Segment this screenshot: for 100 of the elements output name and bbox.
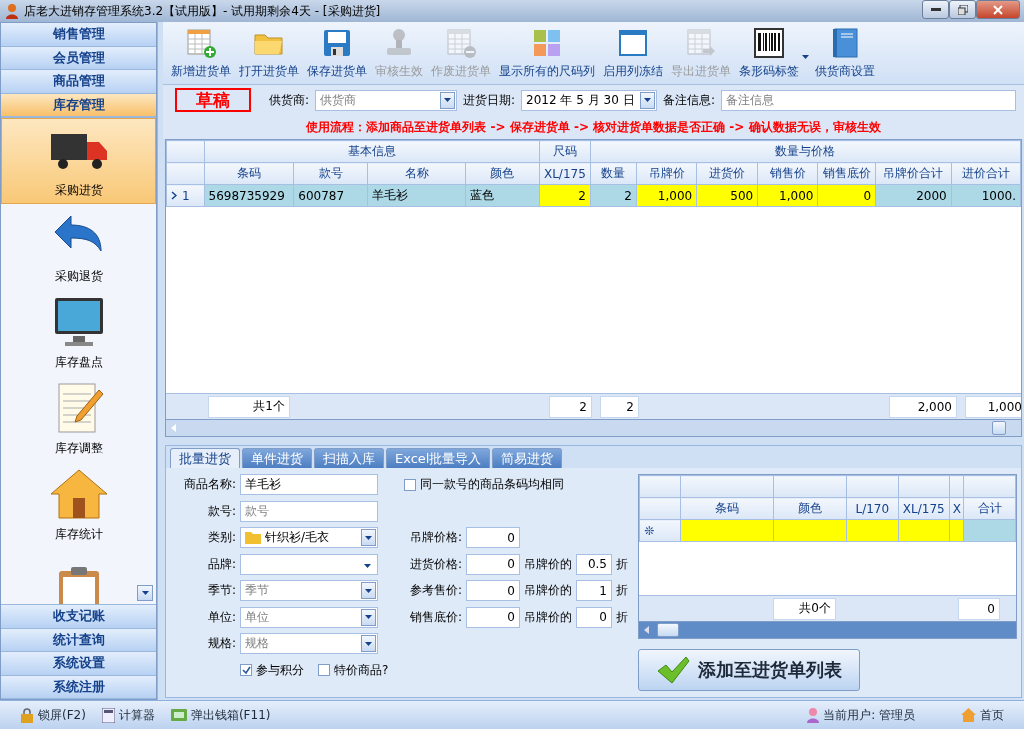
checkbox[interactable]: 特价商品?: [318, 661, 389, 679]
total-cell: 0: [958, 597, 1000, 620]
sidebar-group[interactable]: 系统注册: [1, 675, 156, 699]
caret-down-icon: [644, 98, 652, 102]
dropdown-field[interactable]: 规格: [240, 633, 378, 655]
note-field[interactable]: 备注信息: [721, 89, 1016, 111]
toolbar-button[interactable]: 新增进货单: [167, 27, 235, 80]
toolbar-button[interactable]: 启用列冻结: [599, 27, 667, 80]
ratio-field[interactable]: 1: [576, 580, 612, 602]
dropdown-field[interactable]: [240, 553, 378, 575]
field-label: 商品名称:: [182, 476, 236, 494]
row-header[interactable]: 1: [166, 184, 205, 207]
sidebar-group[interactable]: 商品管理: [1, 70, 156, 94]
horizontal-scrollbar[interactable]: [639, 621, 1016, 638]
field-label: 单位:: [206, 608, 236, 626]
sidebar-group[interactable]: 销售管理: [1, 23, 156, 47]
cash-drawer-icon: [170, 709, 187, 721]
toolbar-button[interactable]: 供货商设置: [811, 27, 879, 80]
field-label: 款号:: [206, 502, 236, 520]
restore-icon: [957, 4, 968, 15]
field-label: 进货价格:: [408, 555, 462, 573]
toolbar-button[interactable]: 显示所有的尺码列: [495, 27, 599, 80]
toolbar-button[interactable]: 条形码标签: [735, 27, 811, 80]
field-label: 参考售价:: [408, 582, 462, 600]
minimize-icon: [930, 7, 941, 12]
window-title: 店老大进销存管理系统3.2【试用版】- 试用期剩余4天 - [采购进货]: [24, 2, 382, 20]
column-group-header: 数量与价格: [590, 140, 1021, 163]
supplier-dropdown[interactable]: 供货商: [315, 89, 458, 111]
app-icon: [4, 3, 20, 19]
field-label: 规格:: [206, 635, 236, 653]
sidebar-group[interactable]: 系统设置: [1, 652, 156, 676]
home-link[interactable]: 首页: [961, 706, 1004, 724]
total-cell: 共1个: [208, 395, 290, 418]
user-icon: [807, 707, 820, 723]
field-label: 类别:: [206, 529, 236, 547]
text-field[interactable]: 款号: [240, 500, 378, 522]
tab[interactable]: 批量进货: [170, 448, 240, 468]
total-cell: 2,000: [889, 395, 957, 418]
horizontal-scrollbar[interactable]: [166, 419, 1021, 436]
caret-down-icon: [364, 564, 371, 569]
minimize-button[interactable]: [922, 0, 949, 19]
lock-icon: [20, 707, 34, 723]
current-row-icon: [171, 190, 177, 200]
status-tool[interactable]: 计算器: [101, 706, 155, 724]
field-label: 吊牌价的: [524, 555, 572, 573]
dropdown-field[interactable]: 单位: [240, 606, 378, 628]
checkbox[interactable]: 参与积分: [240, 661, 304, 679]
price-field[interactable]: 0: [466, 606, 520, 628]
sheet-arrow-icon: [685, 27, 717, 59]
sidebar-group[interactable]: 库存管理: [1, 93, 156, 117]
barcode-icon: [753, 27, 785, 59]
caret-down-icon: [444, 98, 452, 102]
close-icon: [993, 4, 1003, 15]
field-label: 进货日期:: [463, 91, 516, 109]
caret-down-icon: [365, 615, 372, 620]
toolbar-button[interactable]: 保存进货单: [303, 27, 371, 80]
field-label: 品牌:: [206, 555, 236, 573]
total-cell: 共0个: [773, 597, 836, 620]
sidebar-item[interactable]: 采购进货: [1, 118, 156, 204]
field-label: 供货商:: [269, 91, 310, 109]
sidebar-item[interactable]: 库存统计: [1, 462, 156, 548]
sidebar-item[interactable]: 库存调整: [1, 376, 156, 462]
scroll-thumb[interactable]: [657, 623, 679, 637]
dropdown-field[interactable]: 季节: [240, 580, 378, 602]
price-field[interactable]: 0: [466, 553, 520, 575]
price-field[interactable]: 0: [466, 580, 520, 602]
sidebar-item[interactable]: 库存盘点: [1, 290, 156, 376]
sidebar-group[interactable]: 收支记账: [1, 605, 156, 629]
dropdown-caret-icon: [802, 55, 809, 59]
sheet-minus-icon: [445, 27, 477, 59]
ratio-field[interactable]: 0.5: [576, 553, 612, 575]
close-button[interactable]: [976, 0, 1020, 19]
sheet-plus-icon: [185, 27, 217, 59]
total-cell: 2: [549, 395, 592, 418]
checkbox[interactable]: 同一款号的商品条码均相同: [404, 476, 564, 494]
status-badge: 草稿: [175, 88, 251, 112]
checkmark-icon: [656, 655, 690, 685]
unit-label: 折: [616, 582, 628, 600]
sidebar-item[interactable]: 采购退货: [1, 204, 156, 290]
field-label: 备注信息:: [663, 91, 716, 109]
house-icon: [961, 708, 976, 722]
status-tool[interactable]: 锁屏(F2): [20, 706, 86, 724]
scroll-thumb[interactable]: [992, 421, 1006, 435]
new-row-marker: ❊: [639, 519, 681, 542]
sidebar-group[interactable]: 会员管理: [1, 46, 156, 70]
unit-label: 折: [616, 608, 628, 626]
tiles-icon: [531, 27, 563, 59]
ratio-field[interactable]: 0: [576, 606, 612, 628]
status-tool[interactable]: 弹出钱箱(F11): [170, 706, 271, 724]
scroll-down-button[interactable]: [137, 585, 153, 601]
window-icon: [617, 27, 649, 59]
restore-button[interactable]: [949, 0, 976, 19]
price-field[interactable]: 0: [466, 527, 520, 549]
date-picker[interactable]: 2012 年 5 月 30 日: [521, 89, 658, 111]
text-field[interactable]: 羊毛衫: [240, 474, 378, 496]
add-to-list-button[interactable]: 添加至进货单列表: [638, 649, 860, 691]
caret-down-icon: [365, 535, 372, 540]
toolbar-button[interactable]: 打开进货单: [235, 27, 303, 80]
category-dropdown[interactable]: 针织衫/毛衣: [240, 527, 378, 549]
sidebar-group[interactable]: 统计查询: [1, 628, 156, 652]
